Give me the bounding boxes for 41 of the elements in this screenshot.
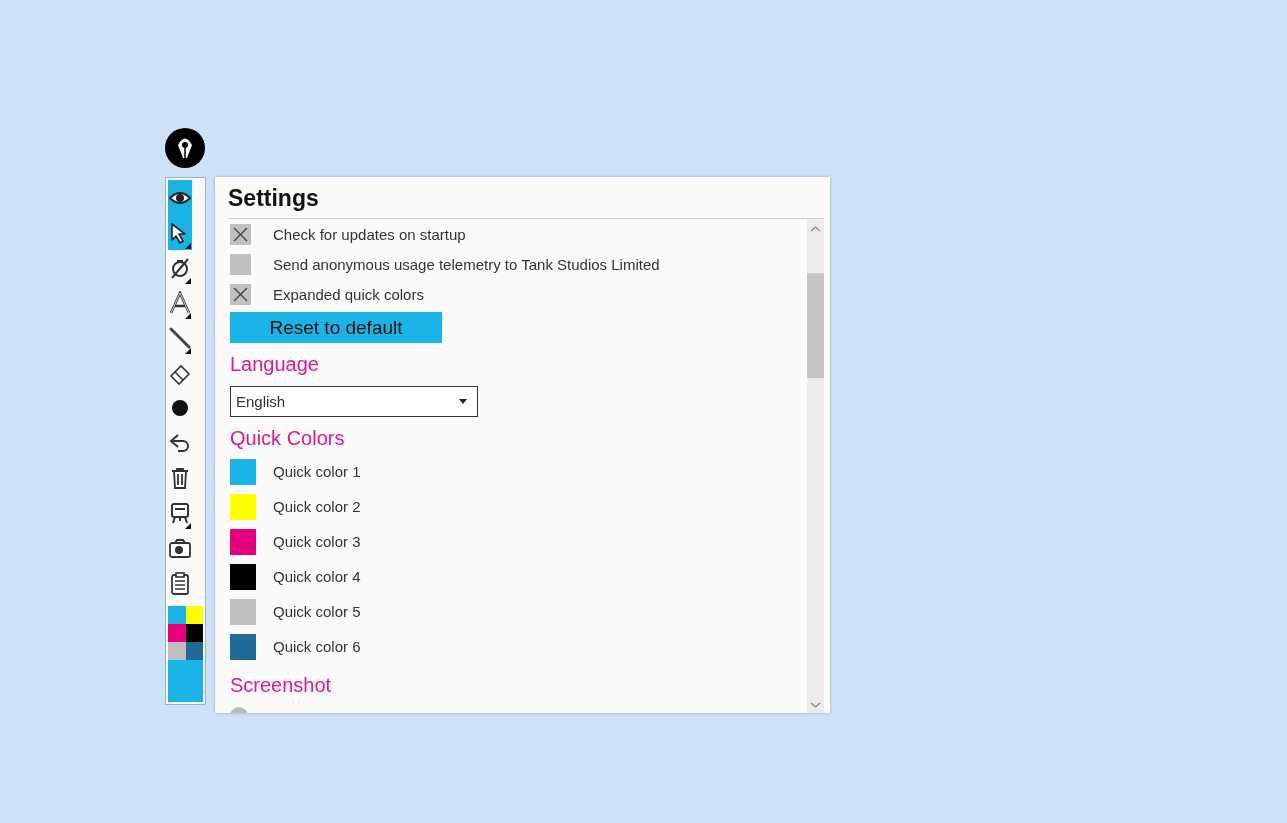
checkbox[interactable] bbox=[230, 223, 251, 245]
scroll-down-icon[interactable] bbox=[810, 701, 821, 709]
option-label: Check for updates on startup bbox=[273, 225, 466, 243]
color-label: Quick color 5 bbox=[273, 603, 361, 620]
palette-swatch[interactable] bbox=[168, 642, 186, 660]
section-heading: Screenshot bbox=[230, 674, 333, 697]
color-swatch[interactable] bbox=[230, 598, 256, 625]
color-label: Quick color 1 bbox=[273, 463, 361, 480]
section-heading: Quick Colors bbox=[230, 427, 346, 450]
palette-swatch[interactable] bbox=[168, 624, 186, 642]
line-icon bbox=[168, 325, 192, 350]
scrollbar[interactable] bbox=[807, 219, 824, 713]
option-label: Expanded quick colors bbox=[273, 285, 424, 303]
dropdown-value: English bbox=[236, 393, 286, 410]
scroll-up-icon[interactable] bbox=[810, 225, 821, 233]
color-swatch[interactable] bbox=[230, 493, 256, 520]
dropdown-caret-icon bbox=[459, 399, 467, 404]
color-swatch[interactable] bbox=[230, 563, 256, 590]
section-heading: Language bbox=[230, 353, 320, 376]
checkbox[interactable] bbox=[230, 253, 251, 275]
clipboard-icon bbox=[168, 570, 192, 595]
color-label: Quick color 3 bbox=[273, 533, 361, 550]
color-swatch[interactable] bbox=[230, 458, 256, 485]
color-label: Quick color 6 bbox=[273, 638, 361, 655]
checkbox[interactable] bbox=[230, 283, 251, 305]
option-label: Send anonymous usage telemetry to Tank Studios Limited bbox=[273, 255, 660, 273]
board-icon bbox=[168, 500, 192, 525]
reset-button[interactable]: Reset to default bbox=[230, 312, 442, 343]
color-label: Quick color 4 bbox=[273, 568, 361, 585]
pen-nib-logo-icon[interactable] bbox=[165, 128, 205, 168]
tool-button[interactable] bbox=[168, 180, 192, 215]
color-swatch[interactable] bbox=[230, 633, 256, 660]
color-label: Quick color 2 bbox=[273, 498, 361, 515]
scrollbar-thumb[interactable] bbox=[807, 273, 824, 378]
settings-title: Settings bbox=[227, 184, 320, 213]
current-color-swatch[interactable] bbox=[168, 660, 203, 702]
palette-swatch[interactable] bbox=[168, 606, 186, 624]
color-swatch[interactable] bbox=[230, 528, 256, 555]
language-dropdown[interactable]: English bbox=[230, 386, 478, 417]
tool-button[interactable] bbox=[168, 215, 192, 250]
text-icon bbox=[168, 290, 192, 315]
